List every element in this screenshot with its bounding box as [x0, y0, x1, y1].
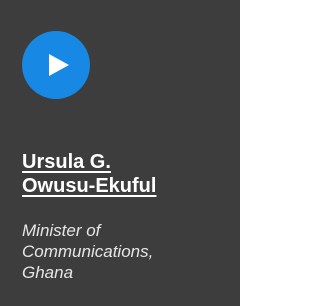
play-button[interactable]: [22, 31, 90, 99]
speaker-title-line-3: Ghana: [22, 263, 74, 282]
speaker-name-line-2: Owusu-Ekuful: [22, 175, 157, 197]
speaker-title-line-2: Communications,: [22, 242, 154, 261]
speaker-name-line-1: Ursula G.: [22, 151, 111, 173]
play-icon: [49, 54, 69, 76]
speaker-title-line-1: Minister of: [22, 221, 101, 240]
speaker-name-link[interactable]: Ursula G. Owusu-Ekuful: [22, 150, 222, 198]
speaker-card: Ursula G. Owusu-Ekuful Minister of Commu…: [0, 0, 240, 306]
speaker-title: Minister of Communications, Ghana: [22, 220, 227, 283]
